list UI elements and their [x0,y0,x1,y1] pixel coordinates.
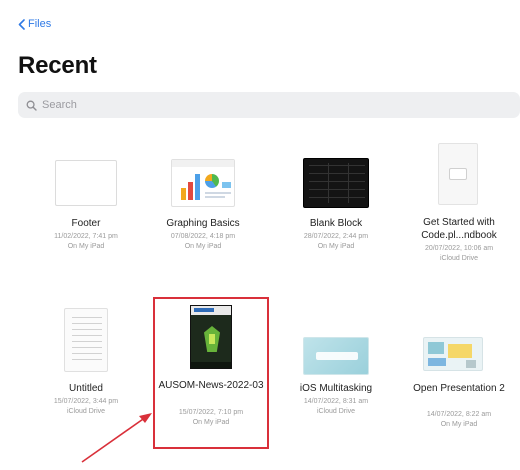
file-name: Untitled [69,383,103,394]
file-date: 20/07/2022, 10:06 am [424,245,494,252]
file-date: 14/07/2022, 8:22 am [426,411,492,418]
file-location: On My iPad [67,243,105,250]
file-name: Graphing Basics [166,218,240,229]
back-button[interactable]: Files [18,18,51,30]
file-thumbnail [190,305,232,369]
file-thumbnail [303,337,369,375]
file-date: 07/08/2022, 4:18 pm [170,233,236,240]
file-thumbnail [423,337,483,371]
file-location: On My iPad [184,243,222,250]
file-date: 14/07/2022, 8:31 am [303,398,369,405]
file-thumbnail [438,143,478,205]
file-item-open-presentation-2[interactable]: Open Presentation 2 14/07/2022, 8:22 am … [404,325,514,445]
file-name: Blank Block [309,218,363,229]
back-label: Files [28,18,52,30]
magnifier-icon [26,100,37,111]
file-item-blank-block[interactable]: Blank Block 28/07/2022, 2:44 pm On My iP… [281,155,391,265]
search-input[interactable] [42,99,482,111]
file-name: AUSOM-News-2022-03 [158,380,264,391]
file-location: On My iPad [317,243,355,250]
file-item-untitled[interactable]: Untitled 15/07/2022, 3:44 pm iCloud Driv… [31,308,141,438]
file-name: Get Started with Code.pl...ndbook [421,217,497,241]
file-location: On My iPad [192,419,230,426]
file-thumbnail [171,159,235,207]
file-date: 15/07/2022, 3:44 pm [53,398,119,405]
file-item-get-started-with-code[interactable]: Get Started with Code.pl...ndbook 20/07/… [404,140,514,280]
file-thumbnail [303,158,369,208]
file-name: Open Presentation 2 [413,383,505,394]
file-date: 28/07/2022, 2:44 pm [303,233,369,240]
file-item-ausom-news[interactable]: AUSOM-News-2022-03 15/07/2022, 7:10 pm O… [156,305,266,445]
file-location: iCloud Drive [439,255,479,262]
page-title: Recent [18,52,97,79]
file-location: iCloud Drive [66,408,106,415]
file-date: 15/07/2022, 7:10 pm [178,409,244,416]
file-item-footer[interactable]: Footer 11/02/2022, 7:41 pm On My iPad [31,155,141,265]
chevron-left-icon [18,18,25,30]
file-name: iOS Multitasking [299,383,373,394]
file-location: On My iPad [440,421,478,428]
file-thumbnail [55,160,117,206]
file-item-graphing-basics[interactable]: Graphing Basics 07/08/2022, 4:18 pm On M… [148,155,258,265]
search-bar[interactable] [18,92,520,118]
file-item-ios-multitasking[interactable]: iOS Multitasking 14/07/2022, 8:31 am iCl… [281,325,391,425]
file-date: 11/02/2022, 7:41 pm [54,233,118,240]
file-thumbnail [64,308,108,372]
file-location: iCloud Drive [316,408,356,415]
file-name: Footer [71,218,101,229]
